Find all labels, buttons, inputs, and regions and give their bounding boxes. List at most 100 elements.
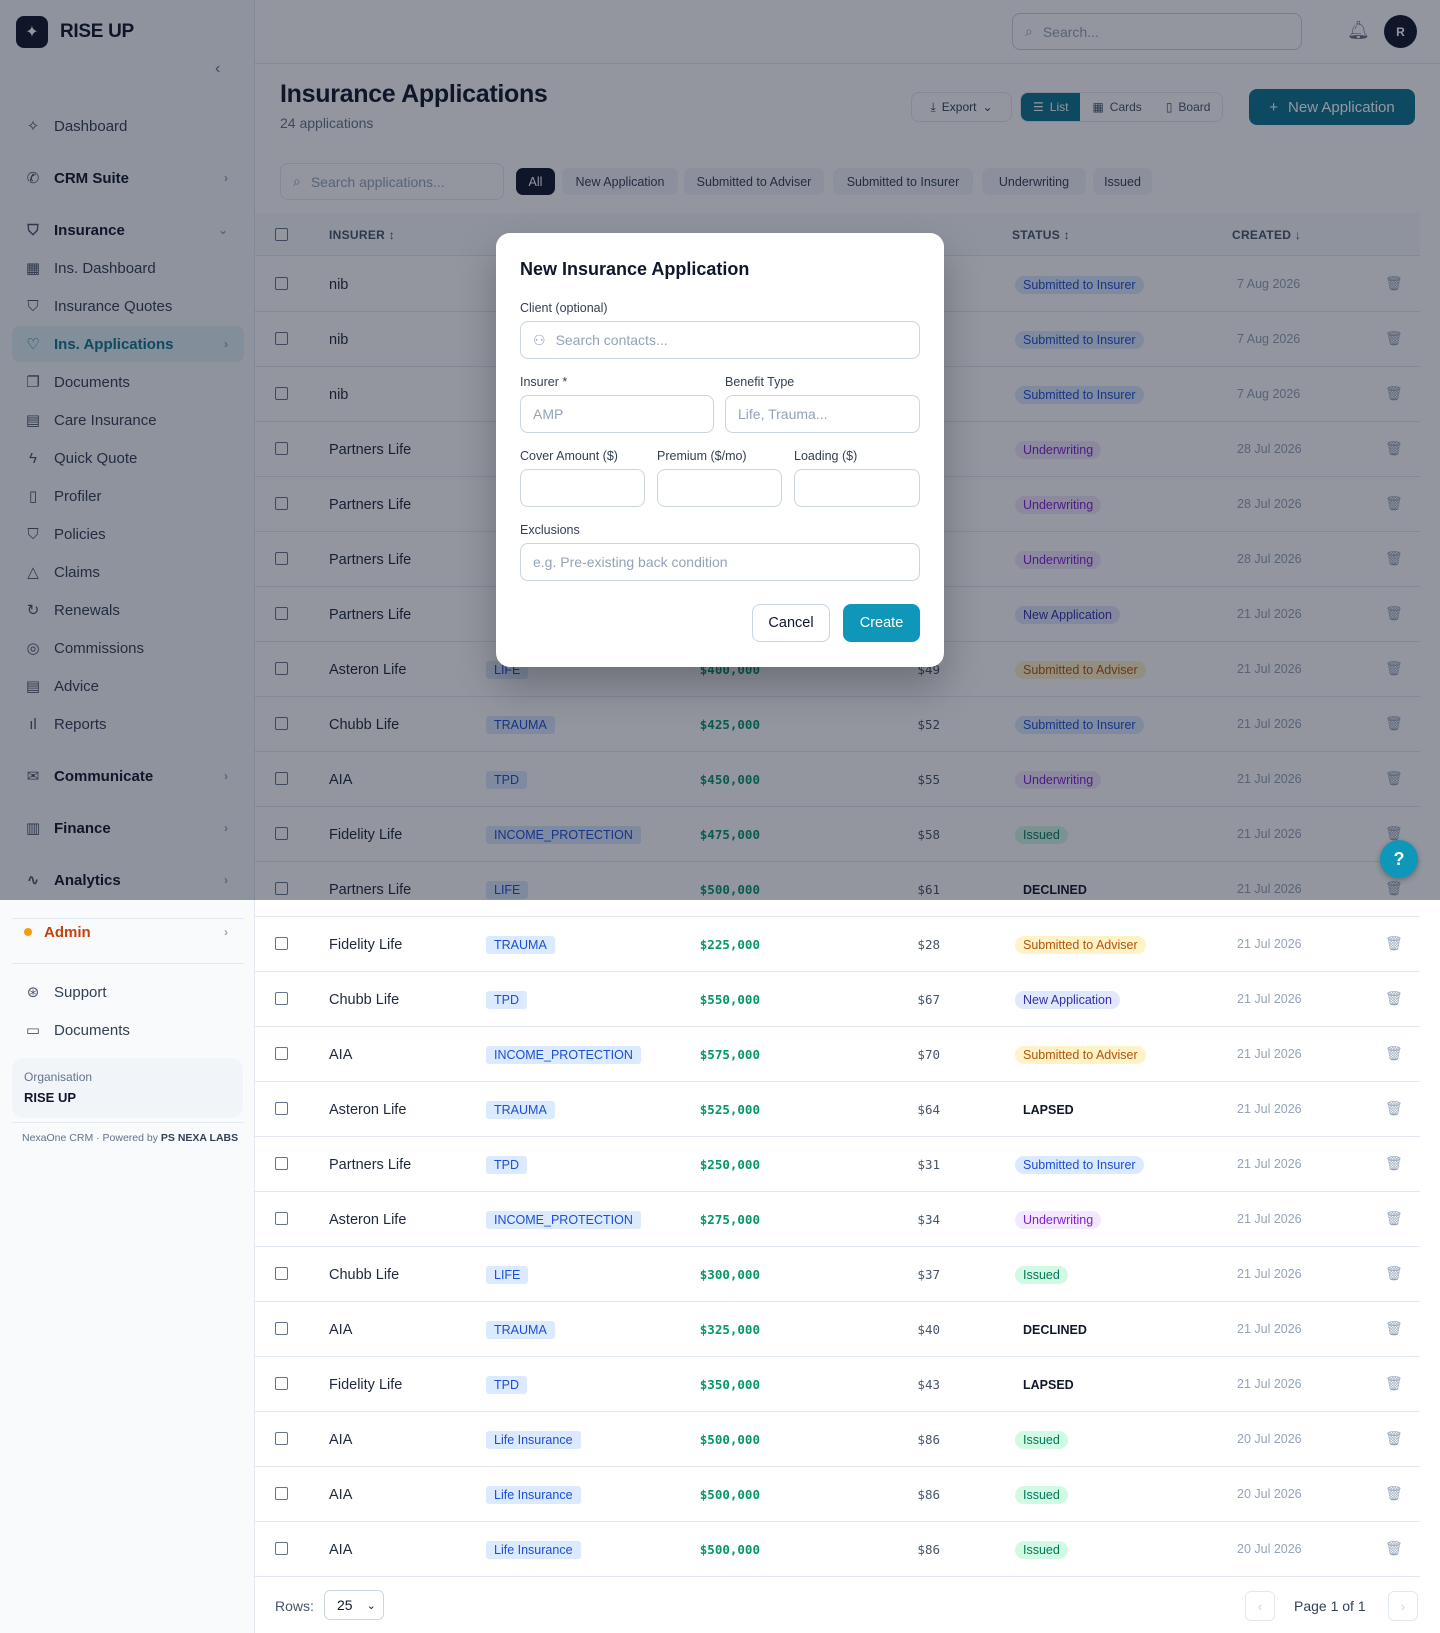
table-row[interactable]: AIA TRAUMA $325,000 $40 DECLINED 21 Jul 2026 🗑… (255, 1302, 1420, 1357)
powered-by: NexaOne CRM · Powered by PS NEXA LABS (22, 1132, 238, 1144)
trash-icon[interactable]: 🗑︎ (1385, 1430, 1403, 1447)
next-page-button[interactable]: › (1388, 1591, 1418, 1621)
row-checkbox[interactable] (275, 937, 288, 950)
trash-icon[interactable]: 🗑︎ (1385, 1100, 1403, 1117)
created-date-cell: 21 Jul 2026 (1237, 1267, 1302, 1281)
table-row[interactable]: AIA INCOME_PROTECTION $575,000 $70 Submitted… (255, 1027, 1420, 1082)
row-checkbox[interactable] (275, 1047, 288, 1060)
create-button[interactable]: Create (843, 604, 920, 642)
created-date-cell: 21 Jul 2026 (1237, 1157, 1302, 1171)
table-row[interactable]: Chubb Life TPD $550,000 $67 New Application 2… (255, 972, 1420, 1027)
loading-label: Loading ($) (794, 449, 858, 463)
benefit-type-label: Benefit Type (725, 375, 795, 389)
insurer-cell: Fidelity Life (329, 937, 403, 953)
cover-amount-cell: $300,000 (699, 1267, 760, 1282)
row-checkbox[interactable] (275, 1377, 288, 1390)
admin-dot-icon (24, 928, 32, 936)
page-indicator: Page 1 of 1 (1294, 1598, 1366, 1614)
row-checkbox[interactable] (275, 1212, 288, 1225)
new-application-modal: New Insurance Application Client (option… (496, 233, 944, 667)
modal-title: New Insurance Application (520, 259, 750, 279)
rows-value: 25 (337, 1597, 353, 1613)
benefit-type-badge: Life Insurance (486, 1431, 581, 1449)
insurer-cell: AIA (329, 1487, 353, 1503)
cover-amount-cell: $275,000 (699, 1212, 760, 1227)
trash-icon[interactable]: 🗑︎ (1385, 1540, 1403, 1557)
sidebar-item-documents-bottom[interactable]: ▭ Documents (12, 1012, 244, 1048)
status-badge: Issued (1015, 1431, 1068, 1449)
help-icon[interactable]: ? (1380, 840, 1418, 878)
row-checkbox[interactable] (275, 1432, 288, 1445)
exclusions-input[interactable]: e.g. Pre-existing back condition (520, 543, 920, 581)
insurer-cell: Asteron Life (329, 1212, 407, 1228)
table-row[interactable]: Fidelity Life TPD $350,000 $43 LAPSED 21 Jul … (255, 1357, 1420, 1412)
divider (12, 1122, 244, 1123)
premium-label: Premium ($/mo) (657, 449, 747, 463)
created-date-cell: 21 Jul 2026 (1237, 1377, 1302, 1391)
client-placeholder: Search contacts... (555, 332, 668, 348)
premium-cell: $40 (917, 1322, 940, 1337)
vendor-name: PS NEXA LABS (160, 1132, 239, 1144)
table-row[interactable]: Fidelity Life TRAUMA $225,000 $28 Submitted … (255, 917, 1420, 972)
trash-icon[interactable]: 🗑︎ (1385, 1045, 1403, 1062)
exclusions-label: Exclusions (520, 523, 580, 537)
table-row[interactable]: Partners Life TPD $250,000 $31 Submitted to … (255, 1137, 1420, 1192)
row-checkbox[interactable] (275, 1157, 288, 1170)
insurer-cell: Fidelity Life (329, 1377, 403, 1393)
lifebuoy-icon: ⊛ (26, 984, 40, 1001)
cover-amount-input[interactable] (520, 469, 645, 507)
row-checkbox[interactable] (275, 1322, 288, 1335)
loading-input[interactable] (794, 469, 920, 507)
table-row[interactable]: AIA Life Insurance $500,000 $86 Issued 20 Jul… (255, 1467, 1420, 1522)
cover-amount-cell: $575,000 (699, 1047, 760, 1062)
benefit-type-badge: INCOME_PROTECTION (486, 1046, 641, 1064)
trash-icon[interactable]: 🗑︎ (1385, 1320, 1403, 1337)
trash-icon[interactable]: 🗑︎ (1385, 935, 1403, 952)
table-row[interactable]: AIA Life Insurance $500,000 $86 Issued 20 Jul… (255, 1412, 1420, 1467)
trash-icon[interactable]: 🗑︎ (1385, 1485, 1403, 1502)
premium-cell: $31 (917, 1157, 940, 1172)
previous-page-button[interactable]: ‹ (1245, 1591, 1275, 1621)
insurer-input[interactable]: AMP (520, 395, 714, 433)
premium-input[interactable] (657, 469, 782, 507)
premium-cell: $34 (917, 1212, 940, 1227)
benefit-type-input[interactable]: Life, Trauma... (725, 395, 920, 433)
benefit-type-badge: Life Insurance (486, 1541, 581, 1559)
organisation-card[interactable]: Organisation RISE UP (12, 1058, 243, 1118)
sidebar-group-label: Admin (44, 923, 91, 941)
status-badge: Issued (1015, 1266, 1068, 1284)
premium-cell: $37 (917, 1267, 940, 1282)
trash-icon[interactable]: 🗑︎ (1385, 1155, 1403, 1172)
organisation-value: RISE UP (24, 1090, 77, 1105)
table-row[interactable]: Asteron Life TRAUMA $525,000 $64 LAPSED 21 Ju… (255, 1082, 1420, 1137)
trash-icon[interactable]: 🗑︎ (1385, 1375, 1403, 1392)
created-date-cell: 20 Jul 2026 (1237, 1432, 1302, 1446)
row-checkbox[interactable] (275, 992, 288, 1005)
rows-per-page-select[interactable]: 25 ⌄ (324, 1590, 384, 1620)
sidebar-item-support[interactable]: ⊛ Support (12, 974, 244, 1010)
trash-icon[interactable]: 🗑︎ (1385, 1210, 1403, 1227)
powered-by-text: · Powered by (96, 1132, 158, 1144)
created-date-cell: 21 Jul 2026 (1237, 992, 1302, 1006)
row-checkbox[interactable] (275, 1267, 288, 1280)
table-row[interactable]: Chubb Life LIFE $300,000 $37 Issued 21 Jul 20… (255, 1247, 1420, 1302)
client-search-input[interactable]: ⚇ Search contacts... (520, 321, 920, 359)
sidebar-item-label: Support (54, 983, 107, 1001)
created-date-cell: 21 Jul 2026 (1237, 1212, 1302, 1226)
cancel-button[interactable]: Cancel (752, 604, 830, 642)
row-checkbox[interactable] (275, 1542, 288, 1555)
status-badge: Issued (1015, 1486, 1068, 1504)
status-badge: DECLINED (1023, 1323, 1087, 1337)
trash-icon[interactable]: 🗑︎ (1385, 990, 1403, 1007)
benefit-type-badge: INCOME_PROTECTION (486, 1211, 641, 1229)
benefit-type-badge: LIFE (486, 1266, 529, 1284)
table-row[interactable]: Asteron Life INCOME_PROTECTION $275,000 $34… (255, 1192, 1420, 1247)
premium-cell: $64 (917, 1102, 940, 1117)
sidebar-group-admin[interactable]: Admin › (12, 914, 244, 950)
premium-cell: $67 (917, 992, 940, 1007)
row-checkbox[interactable] (275, 1487, 288, 1500)
pagination: Rows: 25 ⌄ ‹ Page 1 of 1 › (255, 1580, 1420, 1633)
row-checkbox[interactable] (275, 1102, 288, 1115)
trash-icon[interactable]: 🗑︎ (1385, 1265, 1403, 1282)
table-row[interactable]: AIA Life Insurance $500,000 $86 Issued 20 Jul… (255, 1522, 1420, 1577)
